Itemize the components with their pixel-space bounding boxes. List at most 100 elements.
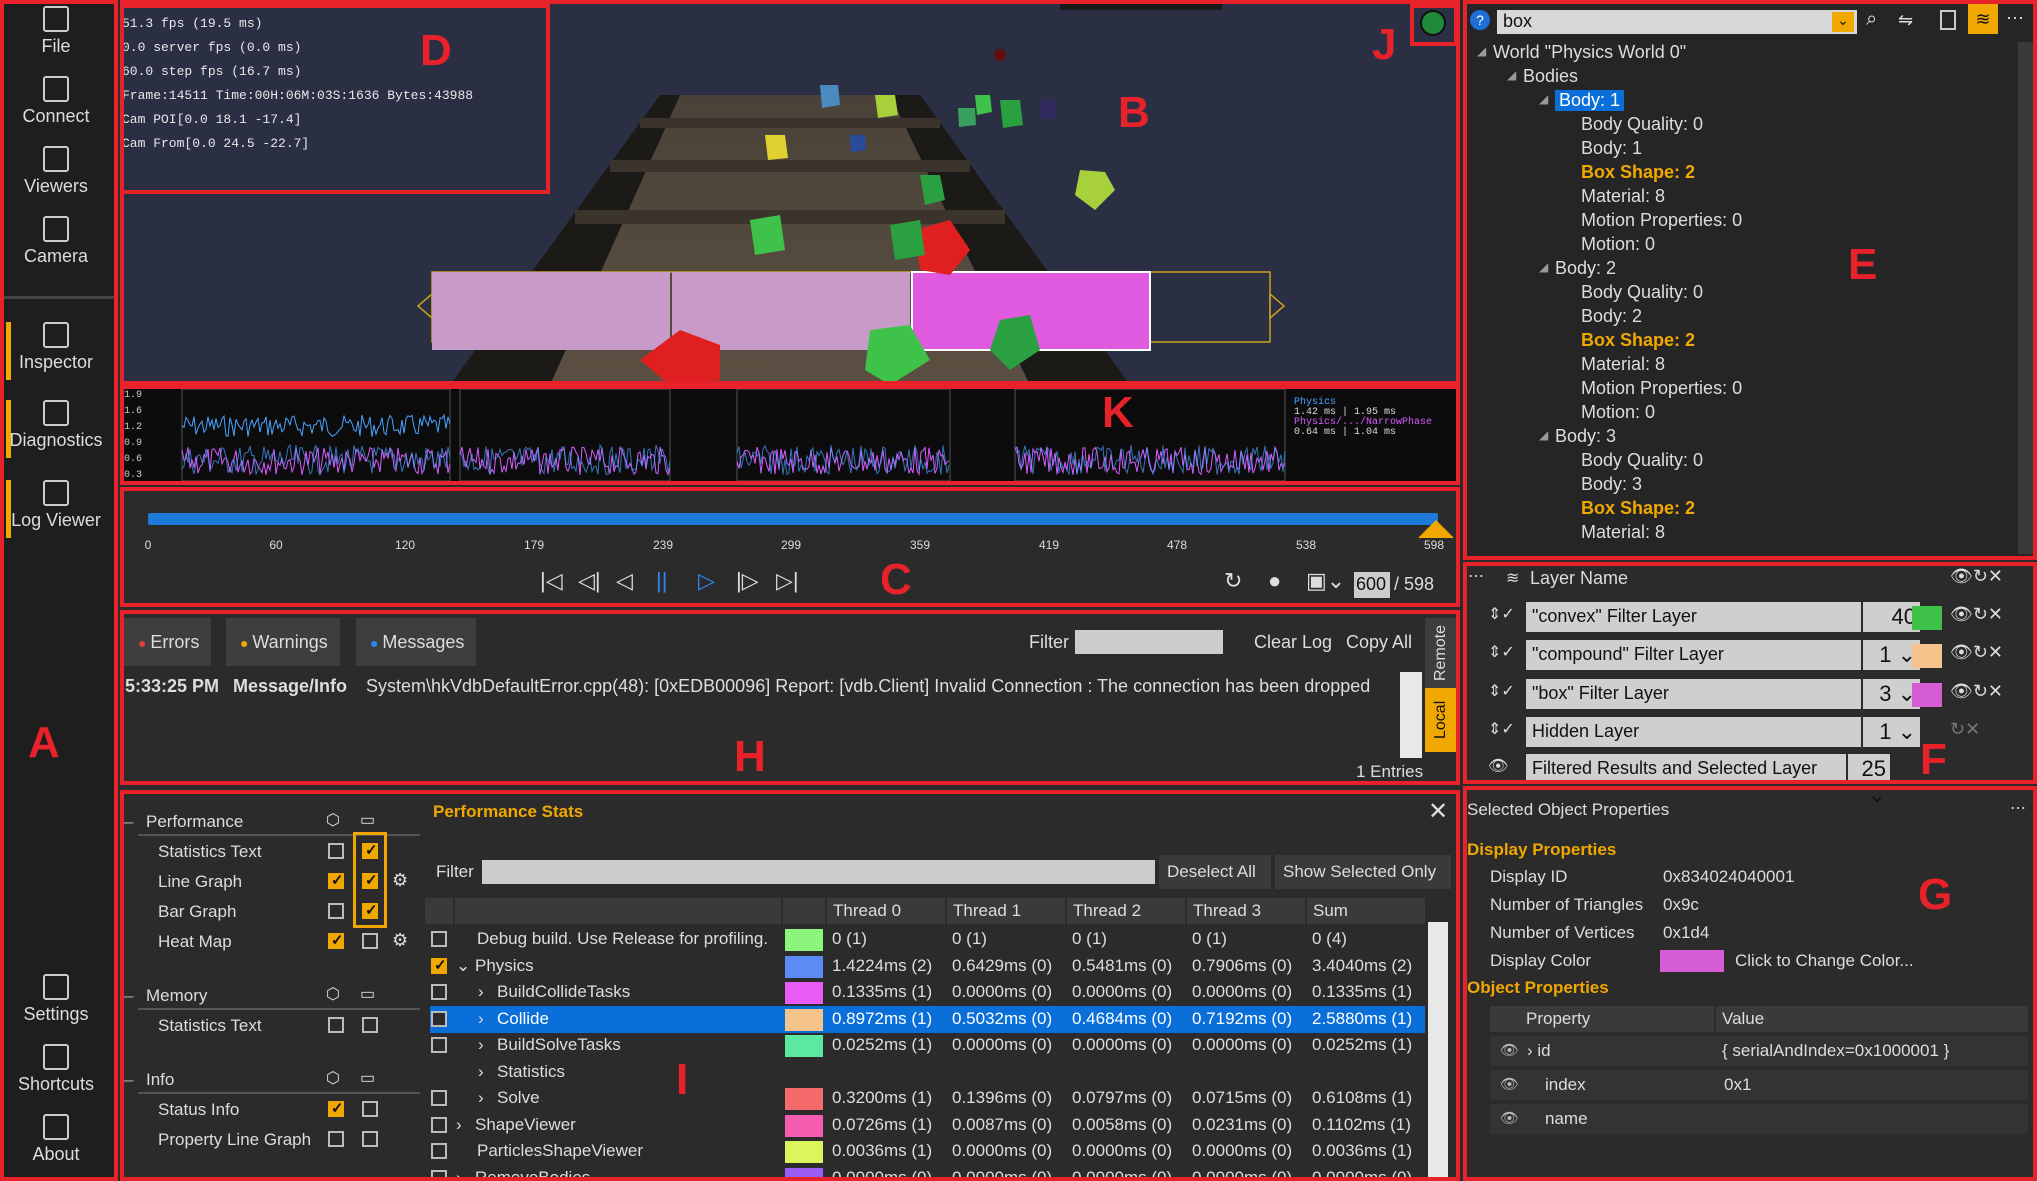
tree-node[interactable]: Material: 8 xyxy=(1581,522,1665,543)
layers-toggle-icon[interactable]: ≋ xyxy=(1968,4,1998,34)
row-expand-icon[interactable]: › xyxy=(456,1115,462,1135)
row-expand-icon[interactable]: › xyxy=(478,1088,484,1108)
search-icon[interactable]: ⌕ xyxy=(1866,8,1877,31)
tree-node[interactable]: Body: 1 xyxy=(1581,138,1642,159)
filter-icon[interactable]: ⇋ xyxy=(1898,10,1913,31)
show-selected-only-button[interactable]: Show Selected Only xyxy=(1275,855,1451,889)
layer-color-swatch[interactable] xyxy=(1912,606,1942,630)
group-collapse-icon[interactable]: – xyxy=(124,986,133,1006)
close-icon[interactable]: ✕ xyxy=(1428,797,1448,826)
group-collapse-icon[interactable]: – xyxy=(124,1070,133,1090)
layer-row-controls[interactable]: ↻✕ xyxy=(1950,719,1980,740)
deselect-all-button[interactable]: Deselect All xyxy=(1159,855,1271,889)
sidebar-item-about[interactable]: About xyxy=(0,1114,112,1165)
pause-icon[interactable]: || xyxy=(656,568,667,594)
perf-row-name[interactable]: Statistics xyxy=(497,1062,795,1082)
step-forward-icon[interactable]: |▷ xyxy=(736,568,759,594)
row-checkbox[interactable] xyxy=(431,1143,447,1159)
eye-icon[interactable]: 👁 xyxy=(1500,1075,1519,1093)
tree-node[interactable]: Body: 1 xyxy=(1555,90,1625,111)
perf-row-color[interactable] xyxy=(785,1141,823,1163)
perf-row-name[interactable]: ParticlesShapeViewer xyxy=(477,1141,797,1161)
search-dropdown-icon[interactable]: ⌄ xyxy=(1832,12,1854,32)
perf-scrollbar[interactable] xyxy=(1428,922,1448,1178)
checkbox-3d[interactable] xyxy=(328,1099,344,1117)
tree-node[interactable]: Body: 3 xyxy=(1581,474,1642,495)
checkbox-2d[interactable] xyxy=(362,933,378,949)
tree-node[interactable]: Motion: 0 xyxy=(1581,402,1655,423)
frame-input[interactable]: 600 xyxy=(1354,572,1390,598)
perf-row-name[interactable]: BuildSolveTasks xyxy=(497,1035,795,1055)
tree-node[interactable]: Box Shape: 2 xyxy=(1581,498,1695,519)
perf-row-color[interactable] xyxy=(785,1114,823,1137)
tree-node[interactable]: Bodies xyxy=(1523,66,1578,87)
perf-filter-input[interactable] xyxy=(482,860,1155,884)
perf-row-name[interactable]: ShapeViewer xyxy=(475,1115,795,1135)
change-color-button[interactable]: Click to Change Color... xyxy=(1735,951,1914,971)
timeline-playhead[interactable] xyxy=(1418,520,1454,538)
tree-node[interactable]: Material: 8 xyxy=(1581,354,1665,375)
perf-row-name[interactable]: BuildCollideTasks xyxy=(497,982,795,1002)
row-checkbox[interactable] xyxy=(431,984,447,1000)
eye-icon[interactable]: 👁 xyxy=(1500,1041,1519,1059)
layer-count[interactable]: 25 ⌄ xyxy=(1848,754,1890,807)
timeline-scrubber[interactable] xyxy=(148,513,1438,525)
layer-color-swatch[interactable] xyxy=(1912,683,1942,707)
eye-icon[interactable]: 👁 xyxy=(1500,1109,1519,1127)
perf-row-color[interactable] xyxy=(785,929,823,951)
layer-reorder-icon[interactable]: ⇕✓ xyxy=(1488,642,1515,662)
gear-icon[interactable]: ⚙ xyxy=(392,930,408,951)
tree-node[interactable]: Motion: 0 xyxy=(1581,234,1655,255)
row-checkbox[interactable] xyxy=(431,1010,447,1027)
tree-node[interactable]: World "Physics World 0" xyxy=(1493,42,1686,63)
checkbox-3d[interactable] xyxy=(328,931,344,949)
layer-reorder-icon[interactable]: ⇕✓ xyxy=(1488,604,1515,624)
perf-row-color[interactable] xyxy=(785,955,823,978)
perf-row-color[interactable] xyxy=(785,1008,823,1031)
sidebar-item-camera[interactable]: Camera xyxy=(0,216,112,267)
layer-name-field[interactable]: Filtered Results and Selected Layer xyxy=(1526,754,1846,784)
connection-status-icon[interactable] xyxy=(1420,10,1446,36)
perf-row-color[interactable] xyxy=(785,1088,823,1110)
layer-name-field[interactable]: "compound" Filter Layer xyxy=(1526,640,1861,670)
row-checkbox[interactable] xyxy=(431,931,447,947)
layer-color-swatch[interactable] xyxy=(1912,644,1942,668)
row-expand-icon[interactable]: › xyxy=(456,1168,462,1181)
checkbox-2d[interactable] xyxy=(362,1131,378,1147)
perf-row-color[interactable] xyxy=(785,1167,823,1181)
clear-log-button[interactable]: Clear Log xyxy=(1254,632,1332,653)
tree-node[interactable]: Material: 8 xyxy=(1581,186,1665,207)
tree-node[interactable]: Motion Properties: 0 xyxy=(1581,210,1742,231)
tree-node[interactable]: Box Shape: 2 xyxy=(1581,330,1695,351)
perf-row-color[interactable] xyxy=(785,982,823,1004)
collapse-icon[interactable] xyxy=(1940,10,1956,30)
layer-name-field[interactable]: "convex" Filter Layer xyxy=(1526,602,1861,632)
perf-row-name[interactable]: Debug build. Use Release for profiling. xyxy=(477,929,797,949)
sidebar-item-log-viewer[interactable]: Log Viewer xyxy=(0,480,112,531)
log-filter-input[interactable] xyxy=(1075,630,1223,654)
tree-node[interactable]: Motion Properties: 0 xyxy=(1581,378,1742,399)
tree-scrollbar[interactable] xyxy=(2018,42,2034,554)
more-menu-icon[interactable]: ⋯ xyxy=(2006,8,2024,29)
row-expand-icon[interactable]: › xyxy=(478,1062,484,1082)
save-icon[interactable]: ▣⌄ xyxy=(1306,568,1345,594)
tree-node[interactable]: Body Quality: 0 xyxy=(1581,450,1703,471)
checkbox-3d[interactable] xyxy=(328,843,344,859)
tree-expand-icon[interactable]: ◢ xyxy=(1477,44,1486,58)
layer-count[interactable]: 1 ⌄ xyxy=(1863,717,1920,747)
layer-row-controls[interactable]: 👁↻✕ xyxy=(1950,604,2003,625)
tree-expand-icon[interactable]: ◢ xyxy=(1539,428,1548,442)
row-expand-icon[interactable]: › xyxy=(478,982,484,1002)
layer-reorder-icon[interactable]: ⇕✓ xyxy=(1488,681,1515,701)
sidebar-item-shortcuts[interactable]: Shortcuts xyxy=(0,1044,112,1095)
tree-expand-icon[interactable]: ◢ xyxy=(1507,68,1516,82)
perf-row-name[interactable]: RemoveBodies xyxy=(475,1168,795,1181)
perf-row-name[interactable]: Solve xyxy=(497,1088,795,1108)
perf-row-name[interactable]: Collide xyxy=(497,1009,795,1029)
layer-reorder-icon[interactable]: 👁 xyxy=(1488,756,1508,776)
sidebar-item-diagnostics[interactable]: Diagnostics xyxy=(0,400,112,451)
skip-start-icon[interactable]: |◁ xyxy=(540,568,563,594)
row-checkbox[interactable] xyxy=(431,1090,447,1106)
display-color-swatch[interactable] xyxy=(1660,950,1724,972)
tree-node[interactable]: Body Quality: 0 xyxy=(1581,114,1703,135)
